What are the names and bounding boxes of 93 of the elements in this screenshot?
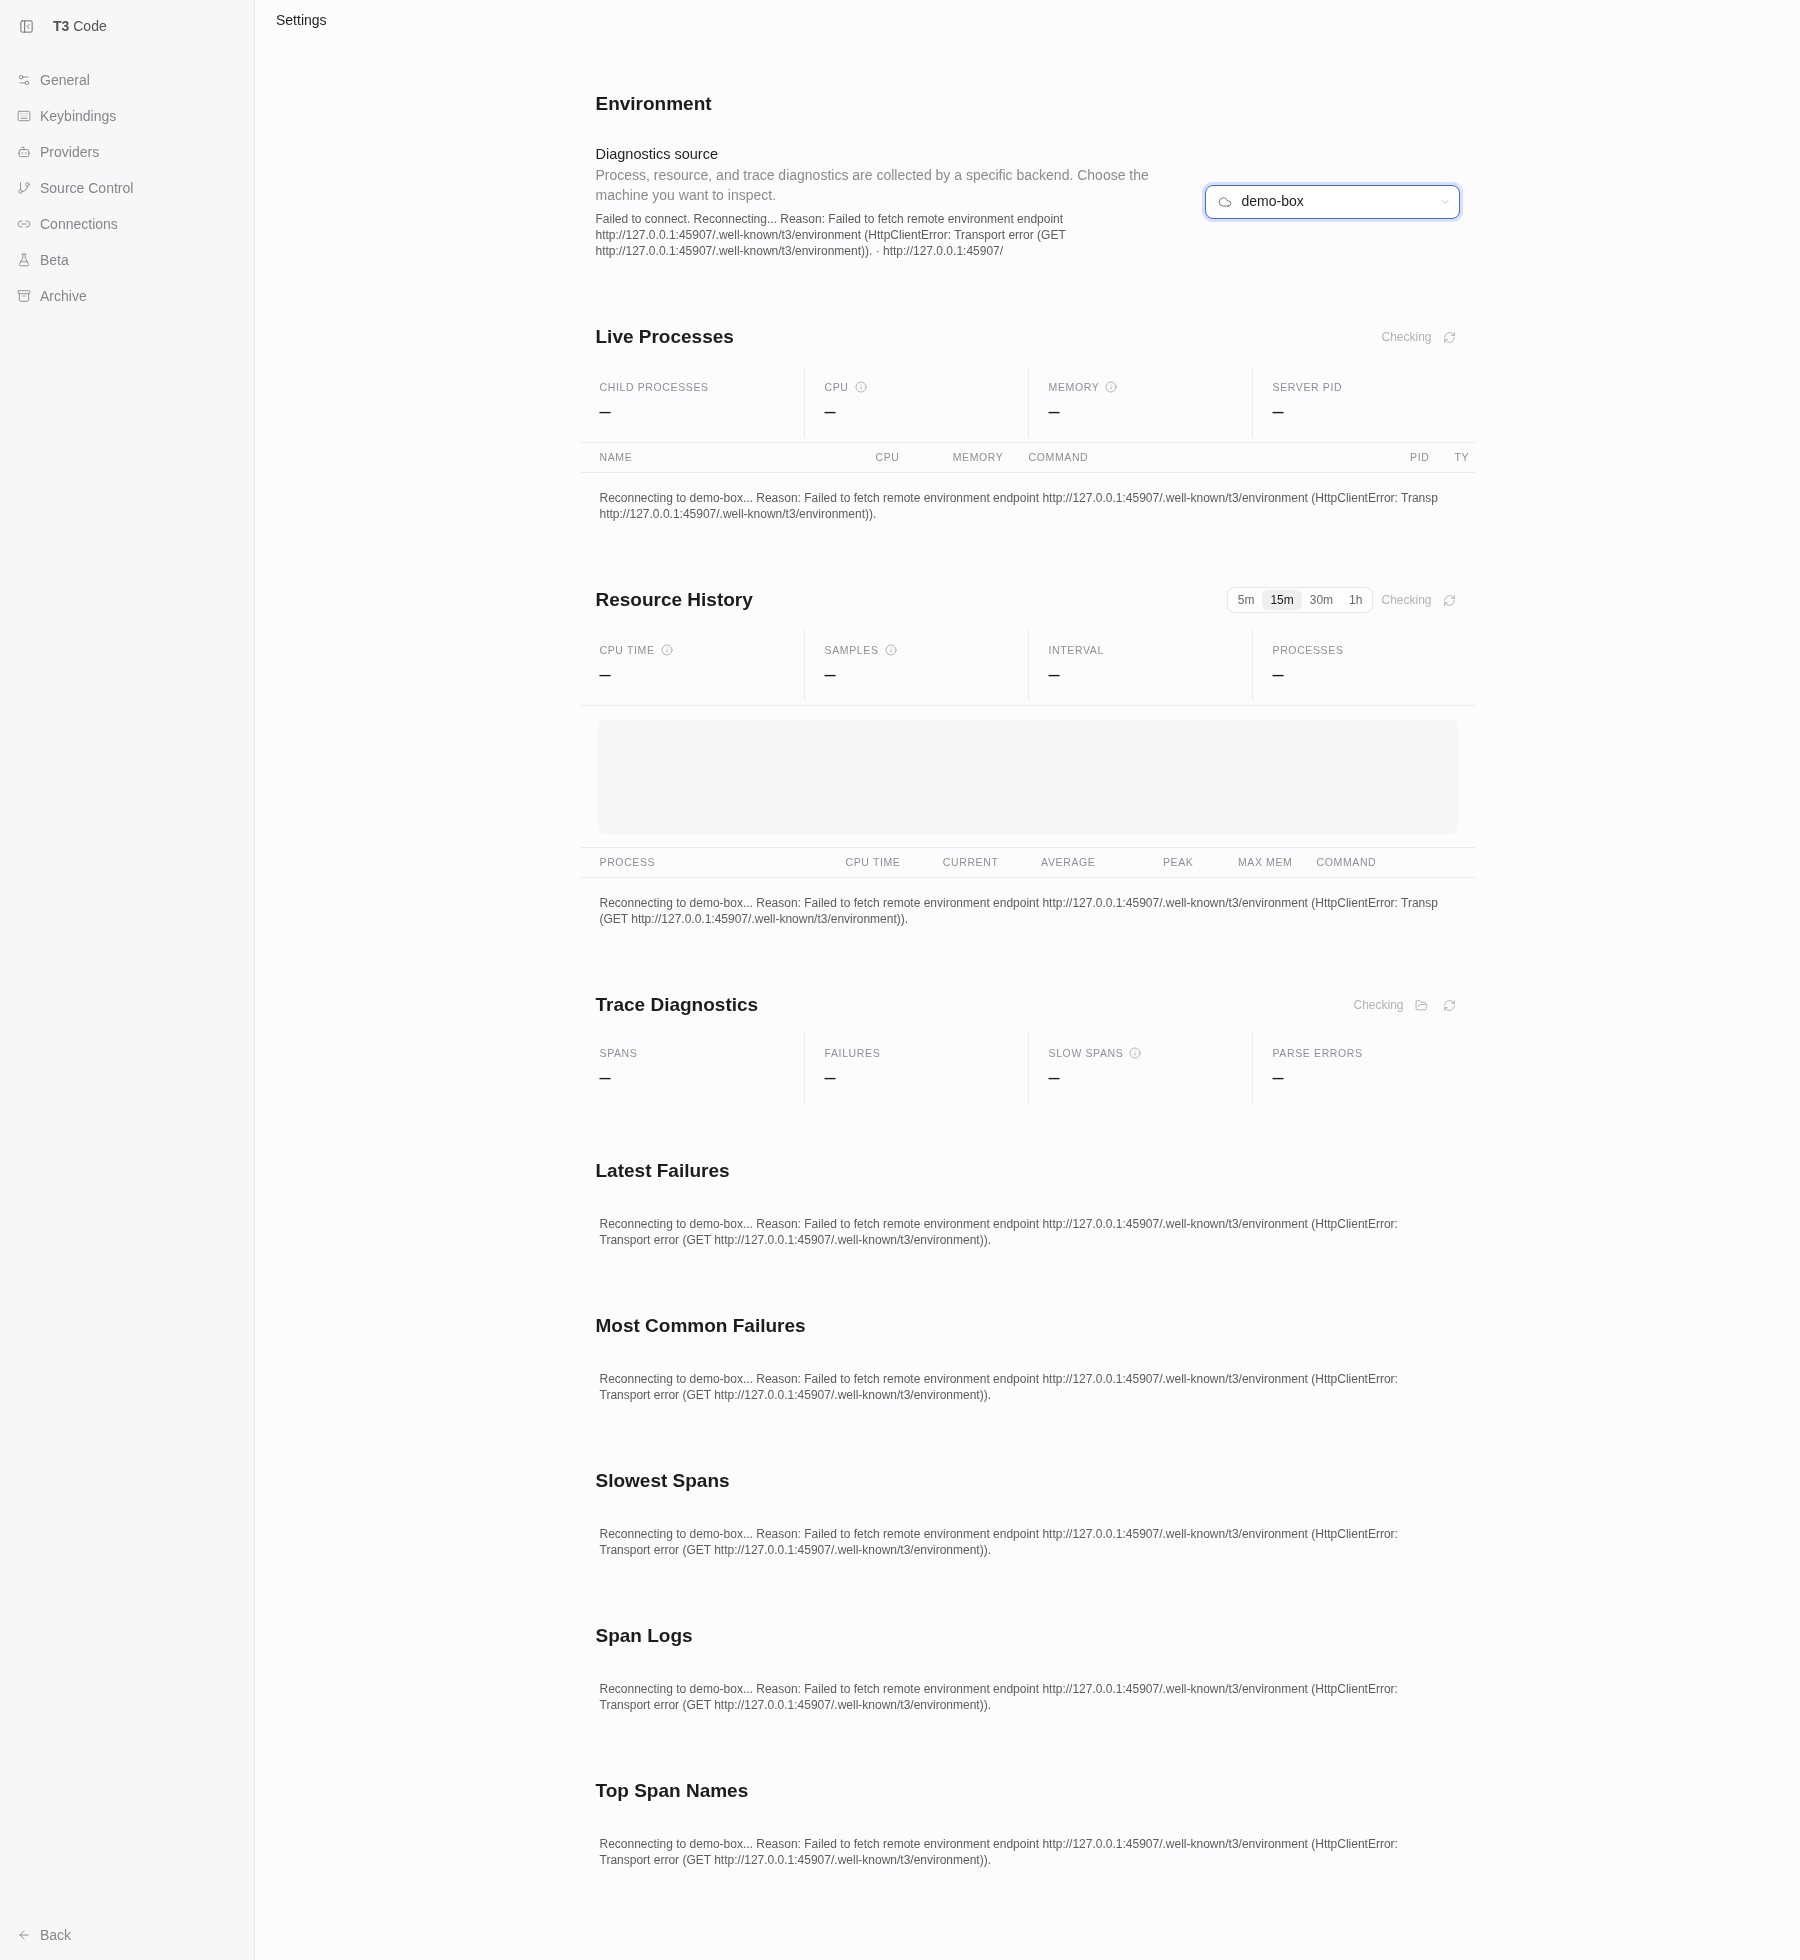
stat-value: –: [824, 399, 836, 424]
stat-label: MEMORY: [1048, 380, 1100, 395]
column-header: CURRENT: [941, 854, 999, 870]
stat-value: –: [1048, 399, 1060, 424]
range-option[interactable]: 15m: [1262, 590, 1302, 610]
info-icon[interactable]: [1105, 381, 1118, 393]
sliders-icon: [17, 73, 31, 87]
stat-value: –: [1272, 399, 1284, 424]
status-text: Checking: [1381, 592, 1432, 609]
column-header: CPU TIME: [844, 854, 901, 870]
page-title: Settings: [276, 10, 327, 30]
sidebar-item[interactable]: Archive: [8, 280, 246, 312]
stat-value: –: [824, 662, 836, 687]
cloud-icon: [1217, 194, 1232, 209]
sidebar-item[interactable]: Source Control: [8, 172, 246, 204]
section-heading: Live Processes: [595, 325, 734, 349]
field-label: Diagnostics source: [595, 145, 718, 164]
sidebar-toggle-icon[interactable]: [19, 19, 34, 34]
range-option[interactable]: 30m: [1301, 590, 1342, 610]
column-header: COMMAND: [1027, 449, 1090, 465]
column-header: PEAK: [1161, 854, 1194, 870]
connection-error: Failed to connect. Reconnecting... Reason: Failed to fetch remote environment endpoint http://127.0.0.1:45907/.well-known/t3/environment (HttpClientError: Transport error (GET http://127.0.0.1:45907/.well-known/t3/environment)). · http://127.0.0.1:45907/: [595, 211, 1067, 259]
section-heading: Most Common Failures: [595, 1314, 806, 1338]
stat-label: SPANS: [599, 1046, 638, 1061]
section-heading: Span Logs: [595, 1624, 693, 1648]
sidebar-item[interactable]: Connections: [8, 208, 246, 240]
sidebar-item[interactable]: Beta: [8, 244, 246, 276]
sidebar-item[interactable]: Providers: [8, 136, 246, 168]
sidebar-item[interactable]: Keybindings: [8, 100, 246, 132]
branch-icon: [17, 181, 31, 195]
stat-label: FAILURES: [824, 1046, 881, 1061]
error-message: Reconnecting to demo-box... Reason: Failed to fetch remote environment endpoint http://127.0.0.1:45907/.well-known/t3/environment (HttpClientError: Transport error (GET http://127.0.0.1:45907/.well-known/t3/environment)).: [599, 1216, 1399, 1248]
refresh-icon: [1443, 593, 1456, 607]
robot-icon: [17, 145, 31, 159]
field-description: Process, resource, and trace diagnostics are collected by a specific backend. Choose the machine you want to inspect.: [595, 166, 1150, 205]
stat-value: –: [599, 399, 611, 424]
error-message: Reconnecting to demo-box... Reason: Failed to fetch remote environment endpoint http://127.0.0.1:45907/.well-known/t3/environment (HttpClientError: Transport error (GET http://127.0.0.1:45907/.well-known/t3/environment)).: [599, 1371, 1399, 1403]
error-message: Reconnecting to demo-box... Reason: Failed to fetch remote environment endpoint http://127.0.0.1:45907/.well-known/t3/environment (HttpClientError: Transport error (GET http://127.0.0.1:45907/.well-known/t3/environment)).: [599, 1836, 1399, 1868]
column-header: MEMORY: [951, 449, 1004, 465]
column-header: TY: [1453, 449, 1470, 465]
stat-label: SLOW SPANS: [1048, 1046, 1124, 1061]
status-text: Checking: [1381, 329, 1432, 346]
stat-label: CPU TIME: [599, 643, 655, 658]
column-header: NAME: [599, 449, 634, 465]
section-heading: Resource History: [595, 588, 753, 612]
column-header: AVERAGE: [1040, 854, 1096, 870]
back-button[interactable]: Back: [8, 1919, 246, 1951]
sidebar-item[interactable]: General: [8, 64, 246, 96]
column-header: CPU: [874, 449, 900, 465]
flask-icon: [17, 253, 31, 267]
info-icon[interactable]: [854, 381, 867, 393]
stat-label: PROCESSES: [1272, 643, 1344, 658]
info-icon[interactable]: [1129, 1047, 1142, 1059]
range-option[interactable]: 5m: [1229, 590, 1263, 610]
status-text: Checking: [1353, 997, 1404, 1014]
column-header: MAX MEM: [1236, 854, 1293, 870]
folder-icon: [1415, 998, 1428, 1012]
error-message: Reconnecting to demo-box... Reason: Failed to fetch remote environment endpoint http://127.0.0.1:45907/.well-known/t3/environment (HttpClientError: Transp http://127.0.0.1:45907/.well-known/t3/environment)).: [599, 490, 1438, 522]
stat-label: SAMPLES: [824, 643, 879, 658]
refresh-icon: [1443, 998, 1456, 1012]
refresh-icon: [1443, 330, 1456, 344]
stat-value: –: [599, 662, 611, 687]
stat-value: –: [824, 1065, 836, 1090]
environment-select[interactable]: demo-box: [1204, 184, 1460, 219]
stat-value: –: [1048, 662, 1060, 687]
section-heading: Slowest Spans: [595, 1469, 730, 1493]
link-icon: [17, 217, 31, 231]
info-icon[interactable]: [660, 644, 673, 656]
app-title: T3 Code: [53, 17, 107, 36]
error-message: Reconnecting to demo-box... Reason: Failed to fetch remote environment endpoint http://127.0.0.1:45907/.well-known/t3/environment (HttpClientError: Transport error (GET http://127.0.0.1:45907/.well-known/t3/environment)).: [599, 1526, 1399, 1558]
stat-value: –: [1272, 1065, 1284, 1090]
error-message: Reconnecting to demo-box... Reason: Failed to fetch remote environment endpoint http://127.0.0.1:45907/.well-known/t3/environment (HttpClientError: Transport error (GET http://127.0.0.1:45907/.well-known/t3/environment)).: [599, 1681, 1399, 1713]
archive-icon: [17, 289, 31, 303]
stat-label: INTERVAL: [1048, 643, 1104, 658]
stat-value: –: [599, 1065, 611, 1090]
section-heading: Top Span Names: [595, 1779, 749, 1803]
keyboard-icon: [17, 109, 31, 123]
column-header: COMMAND: [1315, 854, 1377, 870]
section-heading: Latest Failures: [595, 1159, 730, 1183]
column-header: PROCESS: [599, 854, 657, 870]
section-heading: Trace Diagnostics: [595, 993, 759, 1017]
stat-label: SERVER PID: [1272, 380, 1343, 395]
section-heading: Environment: [595, 92, 712, 116]
stat-value: –: [1272, 662, 1284, 687]
info-icon[interactable]: [884, 644, 897, 656]
stat-label: PARSE ERRORS: [1272, 1046, 1363, 1061]
stat-value: –: [1048, 1065, 1060, 1090]
stat-label: CPU: [824, 380, 849, 395]
stat-label: CHILD PROCESSES: [599, 380, 709, 395]
error-message: Reconnecting to demo-box... Reason: Failed to fetch remote environment endpoint http://127.0.0.1:45907/.well-known/t3/environment (HttpClientError: Transp (GET http://127.0.0.1:45907/.well-known/t3/environment)).: [599, 895, 1438, 927]
range-option[interactable]: 1h: [1341, 590, 1371, 610]
arrow-left-icon: [17, 1928, 31, 1942]
column-header: PID: [1409, 449, 1430, 465]
